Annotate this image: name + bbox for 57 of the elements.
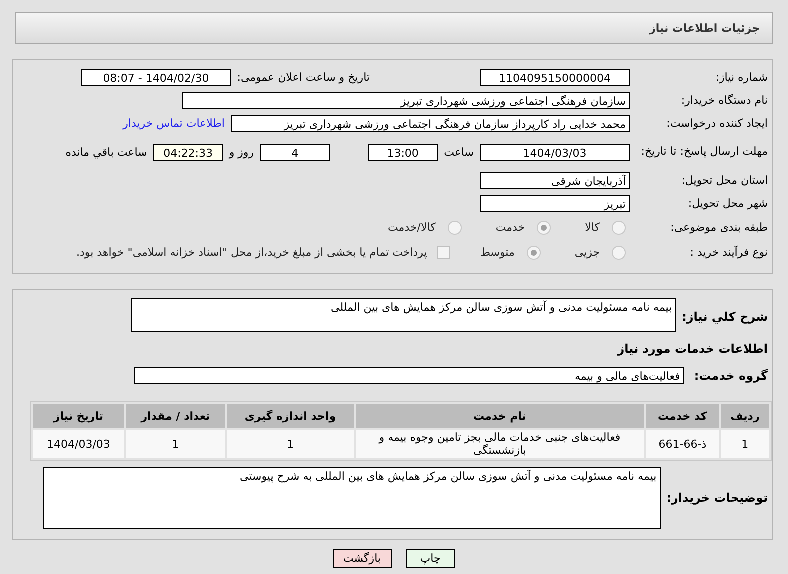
- option-label: کالا/خدمت: [388, 221, 436, 234]
- section-title: اطلاعات خدمات مورد نیاز: [616, 342, 769, 356]
- input-field[interactable]: آذربایجان شرقی: [480, 172, 630, 189]
- input-field[interactable]: 1404/03/03: [480, 144, 630, 160]
- column-header: کد خدمت: [646, 404, 720, 428]
- radio-button[interactable]: [612, 220, 626, 234]
- back-button[interactable]: بازگشت: [333, 549, 392, 568]
- time-label: ساعت: [444, 146, 474, 158]
- contact-link[interactable]: اطلاعات تماس خریدار: [123, 117, 225, 130]
- option-label: متوسط: [480, 246, 515, 259]
- input-field[interactable]: تبریز: [480, 195, 630, 212]
- page-title: جزئیات اطلاعات نیاز: [650, 22, 760, 34]
- text-area[interactable]: بیمه نامه مسئولیت مدنی و آتش سوزی سالن مرکز همایش های بین المللی: [131, 298, 676, 332]
- input-field[interactable]: 13:00: [368, 144, 438, 160]
- checkbox[interactable]: [437, 246, 450, 259]
- input-field[interactable]: سازمان فرهنگی اجتماعی ورزشی شهرداری تبریز: [182, 92, 630, 109]
- column-header: واحد اندازه گیری: [226, 404, 354, 428]
- option-label: جزیی: [574, 246, 600, 259]
- field-label: مهلت ارسال پاسخ: تا تاریخ:: [640, 145, 769, 159]
- input-field[interactable]: 4: [260, 144, 330, 160]
- days-label: روز و: [229, 146, 254, 158]
- table-cell: 1: [126, 430, 225, 458]
- input-field[interactable]: 04:22:33: [153, 144, 224, 160]
- text-area[interactable]: بیمه نامه مسئولیت مدنی و آتش سوزی سالن مرکز همایش های بین المللی به شرح پیوستی: [42, 467, 661, 529]
- checkbox-label: پرداخت تمام یا بخشی از مبلغ خرید،از محل "اسناد خزانه اسلامی" خواهد بود.: [76, 246, 428, 259]
- field-label: شهر محل تحویل:: [687, 197, 769, 210]
- field-label: نام دستگاه خریدار:: [680, 94, 769, 107]
- column-header: نام خدمت: [356, 404, 644, 428]
- input-field[interactable]: 1104095150000004: [480, 69, 630, 86]
- radio-button[interactable]: [612, 246, 626, 260]
- column-header: ردیف: [721, 404, 769, 428]
- column-header: تاریخ نیاز: [33, 404, 124, 428]
- table-cell: ذ-66-661: [646, 430, 720, 458]
- field-label: گروه خدمت:: [694, 368, 769, 382]
- remaining-label: ساعت باقي مانده: [66, 146, 148, 158]
- radio-button[interactable]: [526, 246, 541, 260]
- column-header: تعداد / مقدار: [126, 404, 225, 428]
- table-cell: فعالیت‌های جنبی خدمات مالی بجز تامین وجوه بیمه و بازنشستگی: [356, 430, 644, 458]
- field-label: ایجاد کننده درخواست:: [666, 117, 769, 130]
- option-label: کالا: [585, 221, 600, 234]
- input-field[interactable]: فعالیت‌های مالی و بیمه: [134, 367, 684, 384]
- field-label: طبقه بندی موضوعی:: [670, 221, 769, 234]
- input-field[interactable]: 1404/02/30 - 08:07: [81, 69, 232, 86]
- field-label: تاریخ و ساعت اعلان عمومی:: [237, 71, 371, 84]
- option-label: خدمت: [496, 221, 526, 234]
- table-cell: 1: [226, 430, 354, 458]
- table-cell: 1: [721, 430, 769, 458]
- field-label: شرح کلي نياز:: [682, 310, 769, 324]
- print-button[interactable]: چاپ: [406, 549, 455, 568]
- field-label: نوع فرآیند خرید :: [689, 246, 769, 259]
- input-field[interactable]: محمد خدایی راد کارپرداز سازمان فرهنگی اجتماعی ورزشی شهرداری تبریز: [231, 115, 630, 132]
- radio-button[interactable]: [448, 220, 462, 234]
- table-cell: 1404/03/03: [33, 430, 124, 458]
- field-label: توضیحات خریدار:: [666, 491, 769, 505]
- radio-button[interactable]: [537, 220, 552, 234]
- field-label: شماره نیاز:: [714, 71, 769, 84]
- field-label: استان محل تحویل:: [680, 174, 769, 187]
